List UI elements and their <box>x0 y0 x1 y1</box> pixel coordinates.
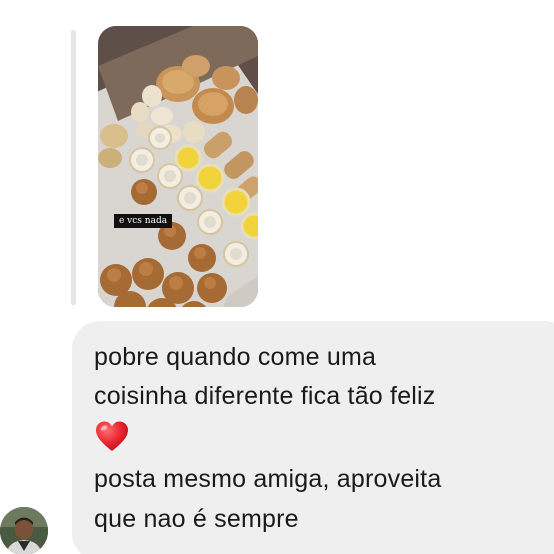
message-line-4: que nao é sempre <box>94 505 299 533</box>
message-line-2: coisinha diferente fica tão feliz <box>94 382 436 410</box>
sender-avatar[interactable] <box>0 507 48 554</box>
message-line-3: posta mesmo amiga, aproveita <box>94 465 442 493</box>
story-caption-text: e vcs nada <box>114 214 173 228</box>
story-reply-indicator <box>71 30 76 305</box>
red-heart-icon <box>96 421 128 451</box>
story-reply-thumbnail[interactable] <box>98 26 258 307</box>
chat-screen: e vcs nada pobre quando come uma coisinh… <box>0 0 554 554</box>
message-line-1: pobre quando come uma <box>94 343 377 371</box>
story-food-image <box>98 26 258 307</box>
